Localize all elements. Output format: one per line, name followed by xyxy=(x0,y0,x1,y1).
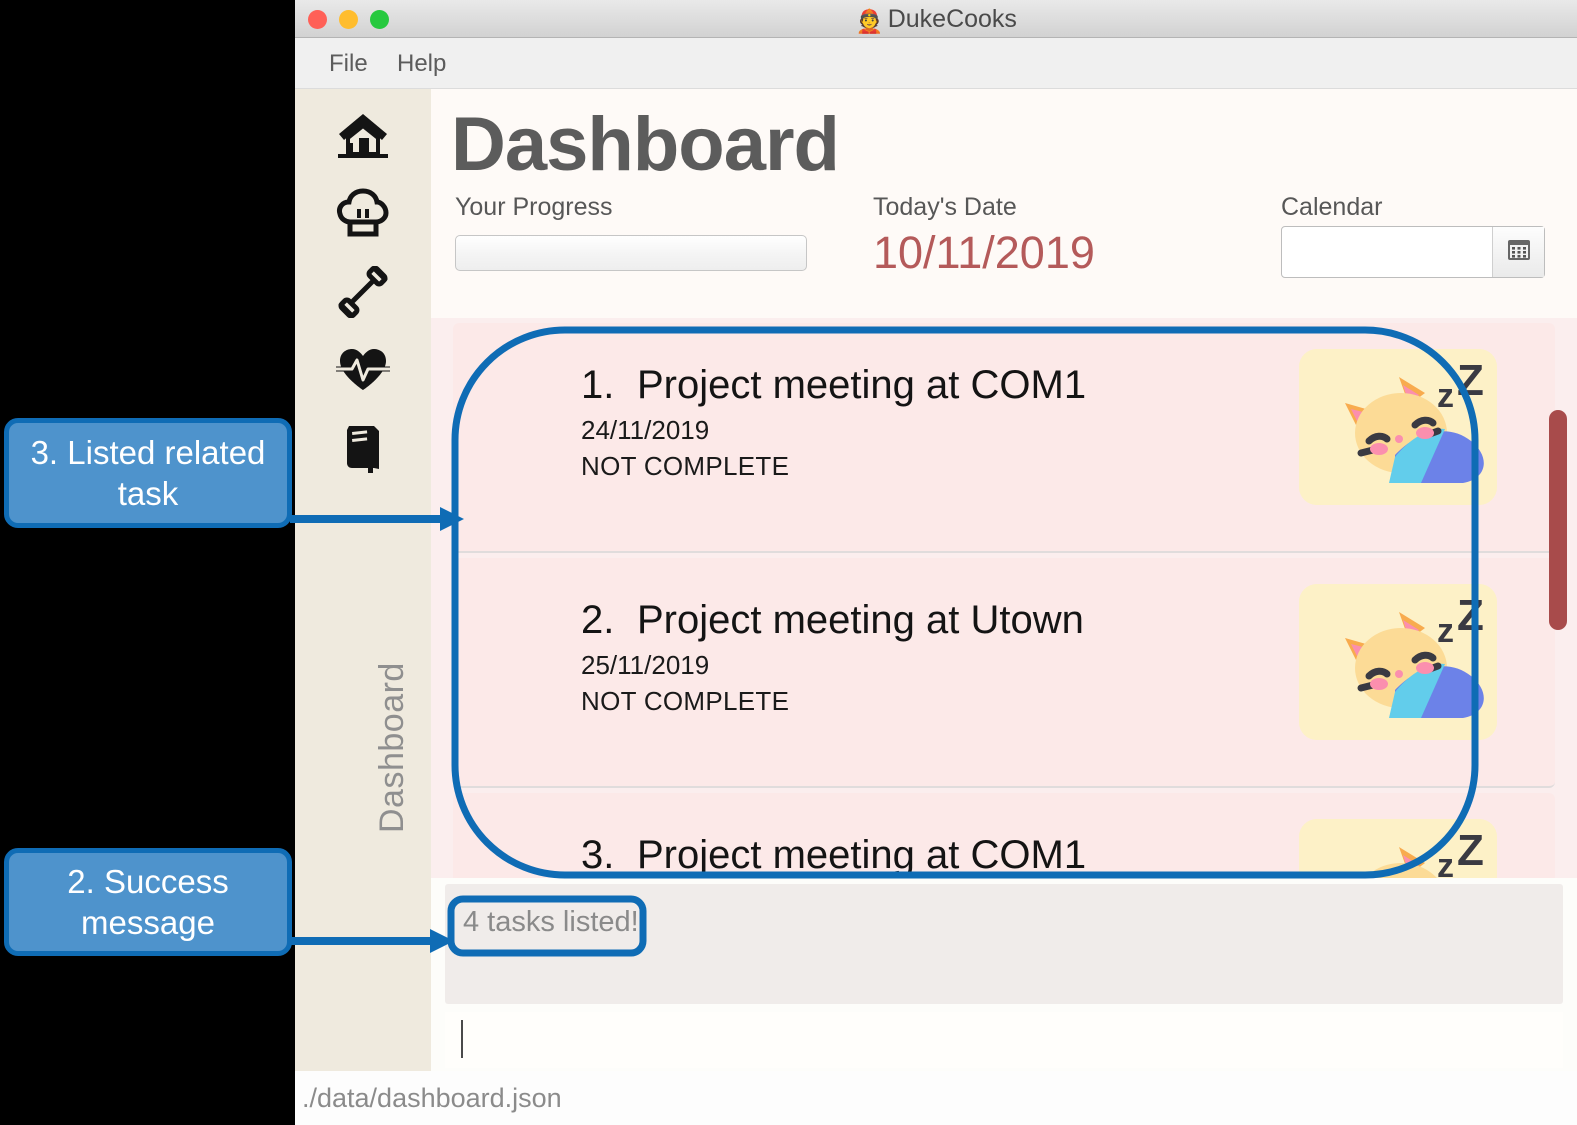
sidebar-item-diary[interactable] xyxy=(323,417,403,479)
task-title: 1. Project meeting at COM1 xyxy=(581,363,1086,408)
calendar-date-picker[interactable] xyxy=(1281,226,1545,278)
task-title-text: Project meeting at COM1 xyxy=(637,363,1087,407)
dashboard-header: Dashboard Your Progress Today's Date 10/… xyxy=(431,89,1577,318)
today-date-value: 10/11/2019 xyxy=(873,227,1095,278)
svg-text:z: z xyxy=(1437,377,1454,415)
task-status: NOT COMPLETE xyxy=(581,686,790,716)
vertical-dashboard-tab[interactable]: Dashboard xyxy=(373,593,417,833)
menu-item-help[interactable]: Help xyxy=(387,48,456,80)
sidebar-item-home[interactable] xyxy=(323,105,403,167)
window-body: Dashboard Dashboard Your Progress Today'… xyxy=(295,89,1577,1071)
task-index: 3. xyxy=(581,833,615,877)
callout-listed-related-task: 3. Listed related task xyxy=(4,418,292,528)
chef-emoji-icon: 👲 xyxy=(855,8,884,34)
callout-success-message: 2. Success message xyxy=(4,848,292,956)
result-display-box: 4 tasks listed! xyxy=(445,884,1563,1004)
task-thumbnail: z Z xyxy=(1299,819,1497,878)
sidebar-item-recipes[interactable] xyxy=(323,183,403,245)
page-title: Dashboard xyxy=(451,102,840,187)
house-icon xyxy=(336,110,390,162)
main-content: Dashboard Your Progress Today's Date 10/… xyxy=(431,89,1577,1071)
svg-text:Z: Z xyxy=(1457,356,1484,405)
sleeping-cat-icon: z Z xyxy=(1299,584,1497,740)
calendar-button[interactable] xyxy=(1492,227,1544,277)
sleeping-cat-icon: z Z xyxy=(1299,819,1497,878)
calendar-input[interactable] xyxy=(1282,227,1492,277)
task-list[interactable]: 1. Project meeting at COM1 24/11/2019 NOT… xyxy=(431,318,1577,878)
table-row[interactable]: 2. Project meeting at Utown 25/11/2019 NO… xyxy=(453,558,1555,788)
task-date: 25/11/2019 xyxy=(581,650,710,680)
today-date-label: Today's Date xyxy=(873,193,1017,221)
task-title: 2. Project meeting at Utown xyxy=(581,598,1084,643)
text-caret xyxy=(461,1020,463,1058)
sidebar-item-health[interactable] xyxy=(323,339,403,401)
sidebar-item-workout[interactable] xyxy=(323,261,403,323)
sleeping-cat-icon: z Z xyxy=(1299,349,1497,505)
command-input[interactable] xyxy=(445,1012,1563,1068)
calendar-label: Calendar xyxy=(1281,193,1383,221)
dumbbell-icon xyxy=(336,266,390,318)
console-area: 4 tasks listed! xyxy=(431,878,1577,1071)
menu-bar: File Help xyxy=(295,38,1577,89)
progress-label: Your Progress xyxy=(455,193,613,221)
svg-text:Z: Z xyxy=(1457,826,1484,875)
task-date: 24/11/2019 xyxy=(581,415,710,445)
scrollbar-thumb[interactable] xyxy=(1549,410,1567,630)
table-row[interactable]: 3. Project meeting at COM1 z Z xyxy=(453,793,1555,878)
task-index: 1. xyxy=(581,363,615,407)
menu-item-file[interactable]: File xyxy=(319,48,378,80)
task-title-text: Project meeting at Utown xyxy=(637,598,1084,642)
svg-text:z: z xyxy=(1437,847,1454,878)
save-location-path: ./data/dashboard.json xyxy=(302,1083,562,1113)
svg-text:Z: Z xyxy=(1457,591,1484,640)
application-window: 👲 DukeCooks File Help Dashboard Dashboar… xyxy=(295,0,1577,1125)
status-message: 4 tasks listed! xyxy=(463,906,639,938)
task-title-text: Project meeting at COM1 xyxy=(637,833,1087,877)
task-status: NOT COMPLETE xyxy=(581,451,790,481)
task-list-scrollbar[interactable] xyxy=(1547,318,1569,878)
window-title-text: DukeCooks xyxy=(887,5,1017,33)
task-thumbnail: z Z xyxy=(1299,584,1497,740)
chef-hat-icon xyxy=(336,188,390,240)
title-bar: 👲 DukeCooks xyxy=(295,0,1577,38)
task-index: 2. xyxy=(581,598,615,642)
window-title: 👲 DukeCooks xyxy=(295,0,1577,38)
heartbeat-icon xyxy=(336,344,390,396)
table-row[interactable]: 1. Project meeting at COM1 24/11/2019 NOT… xyxy=(453,323,1555,553)
progress-bar xyxy=(455,235,807,271)
calendar-icon xyxy=(1507,238,1531,267)
task-thumbnail: z Z xyxy=(1299,349,1497,505)
notebook-icon xyxy=(336,422,390,474)
status-footer: ./data/dashboard.json xyxy=(295,1071,1577,1125)
task-title: 3. Project meeting at COM1 xyxy=(581,833,1086,878)
sidebar-icon-rail: Dashboard xyxy=(295,89,431,1071)
svg-text:z: z xyxy=(1437,612,1454,650)
